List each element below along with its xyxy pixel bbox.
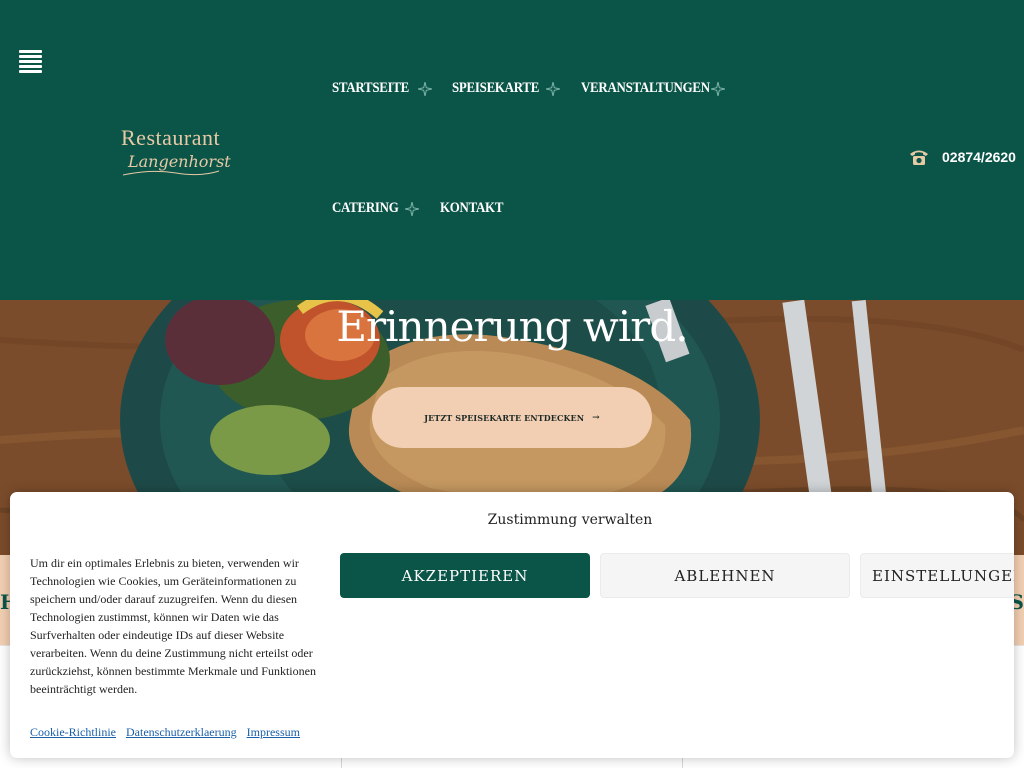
site-header: Restaurant Langenhorst STARTSEITE SPEISE… [0, 0, 1024, 300]
menu-cta-button[interactable]: JETZT SPEISEKARTE ENTDECKEN → [372, 387, 652, 448]
nav-item-catering[interactable]: CATERING [332, 200, 399, 217]
nav-item-speisekarte[interactable]: SPEISEKARTE [452, 80, 539, 97]
accept-button[interactable]: AKZEPTIEREN [340, 553, 590, 598]
restaurant-logo[interactable]: Restaurant Langenhorst [121, 125, 231, 181]
menu-icon[interactable] [19, 50, 42, 73]
cookie-title: Zustimmung verwalten [487, 512, 653, 528]
cookie-consent-banner: Zustimmung verwalten Um dir ein optimale… [10, 492, 1014, 758]
nav-item-kontakt[interactable]: KONTAKT [440, 200, 503, 217]
phone-number: 02874/2620 [942, 149, 1016, 165]
deny-button[interactable]: ABLEHNEN [600, 553, 850, 598]
nav-separator-icon [711, 82, 725, 96]
hero-title: Erinnerung wird. [336, 302, 688, 351]
nav-separator-icon [418, 82, 432, 96]
logo-brand-top: Restaurant [121, 125, 221, 150]
logo-swash-icon [122, 170, 220, 176]
nav-separator-icon [405, 202, 419, 216]
phone-link[interactable]: 02874/2620 [908, 147, 1016, 167]
privacy-policy-link[interactable]: Datenschutzerklaerung [126, 725, 237, 740]
nav-item-veranstaltungen[interactable]: VERANSTALTUNGEN [581, 80, 710, 97]
cookie-links: Cookie-Richtlinie Datenschutzerklaerung … [30, 725, 300, 740]
settings-button[interactable]: EINSTELLUNGEN A [860, 553, 1014, 598]
imprint-link[interactable]: Impressum [247, 725, 300, 740]
arrow-right-icon: → [592, 412, 600, 423]
cookie-policy-link[interactable]: Cookie-Richtlinie [30, 725, 116, 740]
nav-item-startseite[interactable]: STARTSEITE [332, 80, 409, 97]
nav-separator-icon [546, 82, 560, 96]
phone-icon [910, 150, 928, 165]
cookie-description: Um dir ein optimales Erlebnis zu bieten,… [30, 556, 316, 696]
cta-label: JETZT SPEISEKARTE ENTDECKEN [424, 412, 585, 423]
